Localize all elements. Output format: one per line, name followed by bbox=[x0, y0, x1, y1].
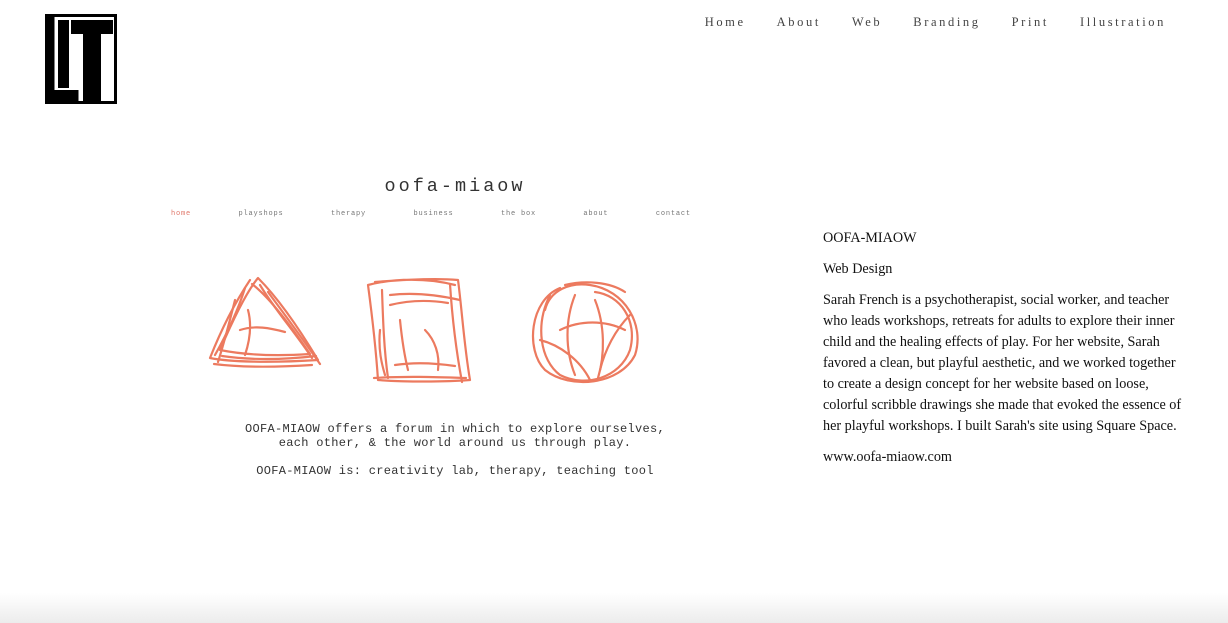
scribble-square-icon bbox=[366, 278, 472, 384]
screenshot-site-title: oofa-miaow bbox=[384, 176, 526, 197]
project-description: OOFA-MIAOW Web Design Sarah French is a … bbox=[823, 228, 1188, 478]
nav-illustration[interactable]: Illustration bbox=[1080, 14, 1166, 30]
nav-branding[interactable]: Branding bbox=[913, 14, 980, 30]
bottom-fade bbox=[0, 593, 1228, 623]
screenshot-nav-about: about bbox=[583, 210, 609, 218]
screenshot-nav: home playshops therapy business the box … bbox=[171, 210, 691, 218]
screenshot-tagline-line2: each other, & the world around us throug… bbox=[278, 436, 632, 450]
project-title: OOFA-MIAOW bbox=[823, 230, 917, 246]
project-link[interactable]: www.oofa-miaow.com bbox=[823, 449, 952, 465]
screenshot-tagline: OOFA-MIAOW offers a forum in which to ex… bbox=[160, 422, 720, 450]
screenshot-nav-home: home bbox=[171, 210, 192, 218]
lt-logo[interactable] bbox=[45, 14, 117, 104]
nav-home[interactable]: Home bbox=[705, 14, 746, 30]
project-category: Web Design bbox=[823, 261, 893, 277]
nav-print[interactable]: Print bbox=[1012, 14, 1049, 30]
nav-web[interactable]: Web bbox=[852, 14, 882, 30]
nav-about[interactable]: About bbox=[777, 14, 821, 30]
screenshot-is-line: OOFA-MIAOW is: creativity lab, therapy, … bbox=[256, 464, 654, 478]
scribble-triangle-icon bbox=[208, 276, 322, 368]
main-nav: Home About Web Branding Print Illustrati… bbox=[674, 14, 1166, 30]
project-body: Sarah French is a psychotherapist, socia… bbox=[823, 292, 1182, 434]
screenshot-nav-contact: contact bbox=[655, 210, 691, 218]
screenshot-nav-business: business bbox=[413, 210, 454, 218]
screenshot-nav-therapy: therapy bbox=[330, 210, 366, 218]
screenshot-nav-the-box: the box bbox=[500, 210, 536, 218]
screenshot-tagline-line1: OOFA-MIAOW offers a forum in which to ex… bbox=[244, 422, 666, 436]
screenshot-nav-playshops: playshops bbox=[238, 210, 284, 218]
project-screenshot: oofa-miaow home playshops therapy busine… bbox=[160, 170, 720, 500]
scribble-drawings bbox=[208, 276, 639, 384]
scribble-circle-icon bbox=[531, 281, 639, 384]
